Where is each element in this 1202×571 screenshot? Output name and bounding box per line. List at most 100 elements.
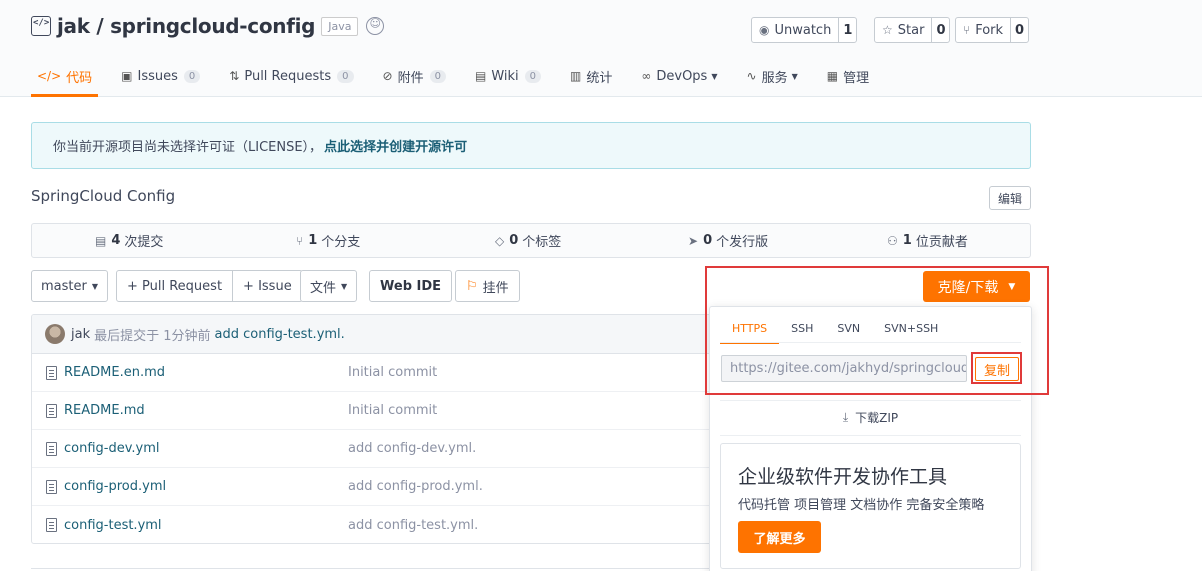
file-row[interactable]: config-prod.yml add config-prod.yml. xyxy=(32,468,720,506)
repo-icon xyxy=(31,16,51,36)
tab-ssh[interactable]: SSH xyxy=(779,314,825,342)
file-icon xyxy=(46,365,57,380)
widget-button[interactable]: ⚐ 挂件 xyxy=(455,270,520,302)
unwatch-label: Unwatch xyxy=(774,22,832,38)
license-notice-text: 你当前开源项目尚未选择许可证（LICENSE）， xyxy=(53,140,323,155)
file-icon xyxy=(46,479,57,494)
tab-stats-label: 统计 xyxy=(586,70,613,86)
star-action: ☆ Star 0 xyxy=(874,17,951,43)
file-menu-button[interactable]: 文件 ▼ xyxy=(300,270,358,302)
badge-icon[interactable] xyxy=(366,17,385,35)
file-commit-message[interactable]: add config-dev.yml. xyxy=(348,441,476,456)
commit-author[interactable]: jak xyxy=(71,327,90,342)
releases-stat[interactable]: ➤ 0 个发行版 xyxy=(688,224,768,257)
file-row[interactable]: README.md Initial commit xyxy=(32,392,720,430)
avatar[interactable] xyxy=(45,324,65,344)
tab-stats[interactable]: ▥ 统计 xyxy=(564,56,618,96)
new-pull-request-button[interactable]: + Pull Request xyxy=(117,271,232,301)
star-count[interactable]: 0 xyxy=(931,18,949,42)
repo-name[interactable]: jak / springcloud-config xyxy=(57,14,316,38)
tab-svn-ssh[interactable]: SVN+SSH xyxy=(872,314,950,342)
file-menu-label: 文件 xyxy=(310,280,337,296)
tab-manage[interactable]: ▦ 管理 xyxy=(821,56,875,96)
branch-select[interactable]: master ▼ xyxy=(31,270,108,302)
tab-svn[interactable]: SVN xyxy=(825,314,872,342)
tab-pull-requests[interactable]: ⇅ Pull Requests 0 xyxy=(223,56,359,96)
file-icon xyxy=(46,441,57,456)
fork-action: ⑂ Fork 0 xyxy=(955,17,1030,43)
learn-more-button[interactable]: 了解更多 xyxy=(738,521,821,553)
branches-count: 1 xyxy=(308,233,318,248)
clone-url-field[interactable]: https://gitee.com/jakhyd/springcloud-con… xyxy=(721,355,967,382)
contributors-label: 位贡献者 xyxy=(915,235,968,250)
tab-issues[interactable]: ▣ Issues 0 xyxy=(115,56,206,96)
tab-devops[interactable]: ∞ DevOps ▼ xyxy=(635,56,723,96)
file-commit-message[interactable]: Initial commit xyxy=(348,365,437,380)
manage-icon: ▦ xyxy=(826,69,839,83)
file-name[interactable]: README.en.md xyxy=(64,365,165,380)
last-commit-bar: jak 最后提交于 1分钟前 add config-test.yml. xyxy=(32,315,720,354)
chevron-down-icon: ▼ xyxy=(91,281,98,291)
file-row[interactable]: README.en.md Initial commit xyxy=(32,354,720,392)
file-row[interactable]: config-dev.yml add config-dev.yml. xyxy=(32,430,720,468)
edit-description-button[interactable]: 编辑 xyxy=(989,186,1032,210)
file-commit-message[interactable]: add config-test.yml. xyxy=(348,518,478,533)
clone-dropdown-panel: HTTPS SSH SVN SVN+SSH https://gitee.com/… xyxy=(709,306,1032,571)
release-icon: ➤ xyxy=(688,233,699,248)
fork-count[interactable]: 0 xyxy=(1010,18,1028,42)
tags-count: 0 xyxy=(509,233,519,248)
file-name[interactable]: config-prod.yml xyxy=(64,479,166,494)
download-zip-link[interactable]: ⤓ 下载ZIP xyxy=(710,409,1031,426)
unwatch-button[interactable]: ◉ Unwatch 1 xyxy=(751,17,858,43)
tab-attachments-count: 0 xyxy=(429,69,446,83)
star-icon: ☆ xyxy=(882,23,893,37)
tab-code[interactable]: </> 代码 xyxy=(31,56,99,97)
branches-stat[interactable]: ⑂ 1 个分支 xyxy=(296,224,360,257)
commits-stat[interactable]: ▤ 4 次提交 xyxy=(95,224,163,257)
watch-count[interactable]: 1 xyxy=(838,18,856,42)
file-commit-message[interactable]: add config-prod.yml. xyxy=(348,479,483,494)
web-ide-button[interactable]: Web IDE xyxy=(369,270,453,302)
language-badge[interactable]: Java xyxy=(321,16,359,36)
tags-stat[interactable]: ◇ 0 个标签 xyxy=(495,224,561,257)
tab-service[interactable]: ∿ 服务 ▼ xyxy=(741,56,804,96)
tab-wiki-label: Wiki xyxy=(491,68,519,84)
file-name[interactable]: README.md xyxy=(64,403,145,418)
repo-stats-bar: ▤ 4 次提交 ⑂ 1 个分支 ◇ 0 个标签 ➤ 0 个发行版 ⚇ 1 位贡献… xyxy=(31,223,1031,258)
tab-https[interactable]: HTTPS xyxy=(720,314,780,344)
devops-icon: ∞ xyxy=(641,69,652,83)
file-name[interactable]: config-test.yml xyxy=(64,518,162,533)
file-icon xyxy=(46,403,57,418)
commit-message-link[interactable]: add config-test.yml. xyxy=(215,327,345,342)
file-commit-message[interactable]: Initial commit xyxy=(348,403,437,418)
stats-icon: ▥ xyxy=(570,69,582,83)
tab-pull-requests-label: Pull Requests xyxy=(244,68,332,84)
eye-icon: ◉ xyxy=(759,23,770,37)
create-actions-group: + Pull Request + Issue xyxy=(116,270,303,302)
promo-title: 企业级软件开发协作工具 xyxy=(738,466,948,488)
clone-download-button[interactable]: 克隆/下载 ▼ xyxy=(923,271,1030,302)
branch-label: master xyxy=(41,278,87,294)
new-issue-button[interactable]: + Issue xyxy=(232,271,302,301)
chevron-down-icon: ▼ xyxy=(791,71,798,81)
file-row[interactable]: config-test.yml add config-test.yml. xyxy=(32,506,720,543)
chevron-down-icon: ▼ xyxy=(341,281,348,291)
copy-url-button[interactable]: 复制 xyxy=(975,357,1019,381)
commit-time: 最后提交于 1分钟前 xyxy=(94,328,211,344)
branch-icon: ⑂ xyxy=(296,233,304,248)
file-name[interactable]: config-dev.yml xyxy=(64,441,160,456)
tab-attachments[interactable]: ⊘ 附件 0 xyxy=(377,56,452,96)
divider xyxy=(720,342,1021,343)
star-label: Star xyxy=(897,22,925,38)
tags-label: 个标签 xyxy=(522,235,562,250)
chevron-down-icon: ▼ xyxy=(1008,281,1016,292)
star-button[interactable]: ☆ Star 0 xyxy=(874,17,951,43)
divider xyxy=(720,435,1021,436)
watch-action: ◉ Unwatch 1 xyxy=(751,17,858,43)
fork-button[interactable]: ⑂ Fork 0 xyxy=(955,17,1030,43)
create-license-link[interactable]: 点此选择并创建开源许可 xyxy=(324,136,467,155)
tab-wiki[interactable]: ▤ Wiki 0 xyxy=(469,56,547,96)
contributors-stat[interactable]: ⚇ 1 位贡献者 xyxy=(887,224,968,257)
wiki-icon: ▤ xyxy=(474,69,487,83)
clone-download-label: 克隆/下载 xyxy=(937,279,999,296)
